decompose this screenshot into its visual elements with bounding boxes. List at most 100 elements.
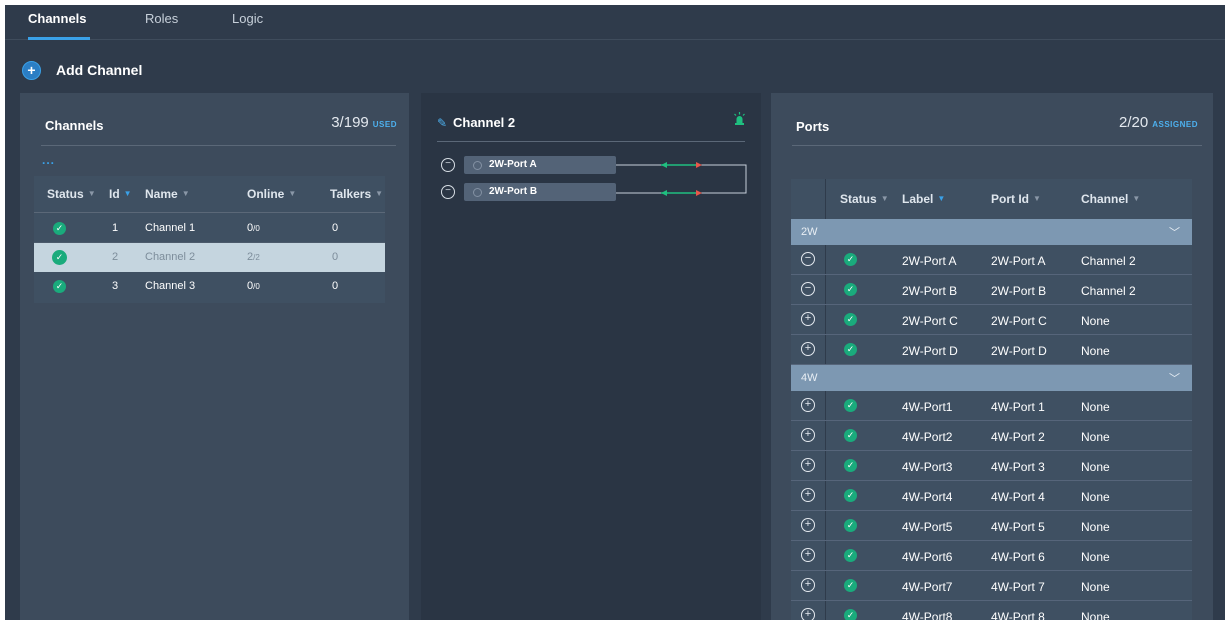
table-row: + ✓ 4W-Port3 4W-Port 3 None — [791, 451, 1192, 481]
port-label: 2W-Port C — [902, 314, 958, 328]
ports-table: Status ▼ Label ▼ Port Id ▼ Channel ▼ 2W ﹀ − … — [791, 179, 1192, 620]
plus-circle-icon[interactable]: + — [801, 458, 815, 472]
port-channel: None — [1081, 314, 1110, 328]
column-header-id[interactable]: Id ▼ — [109, 187, 132, 201]
channel-talkers: 0 — [332, 251, 339, 263]
ports-panel: Ports 2/20 ASSIGNED Status ▼ Label ▼ Port I… — [771, 93, 1213, 620]
column-header-name[interactable]: Name ▼ — [145, 187, 190, 201]
sort-caret-icon: ▼ — [1033, 194, 1041, 203]
check-circle-icon: ✓ — [844, 283, 857, 296]
column-header-online[interactable]: Online ▼ — [247, 187, 296, 201]
app-window: Channels Roles Logic + Add Channel Chann… — [5, 5, 1225, 620]
port-id: 4W-Port 7 — [991, 580, 1045, 594]
port-id: 2W-Port B — [991, 284, 1047, 298]
port-label: 4W-Port2 — [902, 430, 953, 444]
minus-circle-icon[interactable]: − — [801, 282, 815, 296]
check-circle-icon: ✓ — [844, 609, 857, 620]
column-header-port-id[interactable]: Port Id ▼ — [991, 192, 1041, 206]
port-label: 4W-Port1 — [902, 400, 953, 414]
port-id: 2W-Port A — [991, 254, 1046, 268]
table-row: + ✓ 4W-Port5 4W-Port 5 None — [791, 511, 1192, 541]
port-id: 4W-Port 5 — [991, 520, 1045, 534]
port-label: 2W-Port B — [902, 284, 958, 298]
port-id: 4W-Port 1 — [991, 400, 1045, 414]
tab-channels[interactable]: Channels — [28, 11, 87, 26]
port-channel: Channel 2 — [1081, 284, 1136, 298]
port-label: 4W-Port8 — [902, 610, 953, 620]
minus-circle-icon[interactable]: − — [801, 252, 815, 266]
minus-circle-icon[interactable]: − — [441, 185, 455, 199]
channel-id: 2 — [112, 251, 119, 263]
check-circle-icon: ✓ — [844, 343, 857, 356]
group-name: 4W — [801, 372, 818, 384]
port-pill[interactable]: 2W-Port B — [464, 183, 616, 201]
port-pill[interactable]: 2W-Port A — [464, 156, 616, 174]
check-circle-icon: ✓ — [52, 250, 67, 265]
port-channel: None — [1081, 610, 1110, 620]
plus-circle-icon[interactable]: + — [801, 312, 815, 326]
table-row-selected[interactable]: ✓ 2 Channel 2 2/2 0 — [34, 243, 385, 272]
check-circle-icon: ✓ — [844, 489, 857, 502]
check-circle-icon: ✓ — [844, 399, 857, 412]
add-channel-label: Add Channel — [56, 62, 143, 78]
plus-circle-icon[interactable]: + — [801, 518, 815, 532]
plus-circle-icon[interactable]: + — [801, 608, 815, 620]
table-row: − ✓ 2W-Port A 2W-Port A Channel 2 — [791, 245, 1192, 275]
plus-circle-icon[interactable]: + — [801, 398, 815, 412]
sort-caret-icon: ▼ — [181, 189, 190, 198]
plus-circle-icon[interactable]: + — [801, 488, 815, 502]
port-channel: None — [1081, 344, 1110, 358]
tab-logic[interactable]: Logic — [232, 11, 263, 26]
tab-roles[interactable]: Roles — [145, 11, 178, 26]
divider — [792, 145, 1202, 146]
add-channel-button[interactable]: + Add Channel — [22, 60, 142, 80]
port-channel: None — [1081, 520, 1110, 534]
port-channel: None — [1081, 430, 1110, 444]
plus-circle-icon[interactable]: + — [801, 342, 815, 356]
chevron-down-icon[interactable]: ﹀ — [1169, 370, 1180, 386]
channel-detail-title: Channel 2 — [453, 115, 516, 130]
group-row-2w[interactable]: 2W ﹀ — [791, 219, 1192, 245]
channels-panel-title: Channels — [45, 118, 104, 133]
port-id: 4W-Port 6 — [991, 550, 1045, 564]
plus-circle-icon[interactable]: + — [801, 428, 815, 442]
table-row[interactable]: ✓ 1 Channel 1 0/0 0 — [34, 214, 385, 243]
table-row: + ✓ 4W-Port7 4W-Port 7 None — [791, 571, 1192, 601]
channel-name: Channel 3 — [145, 280, 196, 292]
channel-online: 0/0 — [247, 222, 260, 234]
port-label: 2W-Port D — [902, 344, 958, 358]
check-circle-icon: ✓ — [53, 280, 66, 293]
port-id: 4W-Port 4 — [991, 490, 1045, 504]
plus-circle-icon[interactable]: + — [801, 578, 815, 592]
column-header-status[interactable]: Status ▼ — [47, 187, 96, 201]
minus-circle-icon[interactable]: − — [441, 158, 455, 172]
port-channel: None — [1081, 550, 1110, 564]
table-row: + ✓ 4W-Port2 4W-Port 2 None — [791, 421, 1192, 451]
port-channel: None — [1081, 400, 1110, 414]
sort-caret-icon: ▼ — [1132, 194, 1141, 203]
port-channel: None — [1081, 460, 1110, 474]
check-circle-icon: ✓ — [844, 549, 857, 562]
channel-detail-panel: ✎ Channel 2 − 2W-Port A − 2W-Port B — [421, 93, 761, 620]
table-row[interactable]: ✓ 3 Channel 3 0/0 0 — [34, 272, 385, 301]
column-header-status[interactable]: Status ▼ — [840, 192, 889, 206]
more-options-icon[interactable]: ... — [42, 153, 55, 167]
table-row: − ✓ 2W-Port B 2W-Port B Channel 2 — [791, 275, 1192, 305]
check-circle-icon: ✓ — [844, 313, 857, 326]
pencil-icon[interactable]: ✎ — [437, 116, 447, 130]
column-header-label[interactable]: Label ▼ — [902, 192, 945, 206]
channels-panel: Channels 3/199 USED ... Status ▼ Id ▼ Name ▼… — [20, 93, 409, 620]
table-row: + ✓ 4W-Port8 4W-Port 8 None — [791, 601, 1192, 620]
plus-circle-icon[interactable]: + — [801, 548, 815, 562]
channel-name: Channel 1 — [145, 222, 196, 234]
channel-port-node: − 2W-Port B — [441, 183, 616, 201]
chevron-down-icon[interactable]: ﹀ — [1169, 224, 1180, 240]
column-header-talkers[interactable]: Talkers ▼ — [330, 187, 383, 201]
port-channel: None — [1081, 490, 1110, 504]
column-header-channel[interactable]: Channel ▼ — [1081, 192, 1140, 206]
table-row: + ✓ 4W-Port1 4W-Port 1 None — [791, 391, 1192, 421]
group-row-4w[interactable]: 4W ﹀ — [791, 365, 1192, 391]
table-row: + ✓ 4W-Port4 4W-Port 4 None — [791, 481, 1192, 511]
alarm-icon — [733, 112, 746, 129]
check-circle-icon: ✓ — [844, 253, 857, 266]
